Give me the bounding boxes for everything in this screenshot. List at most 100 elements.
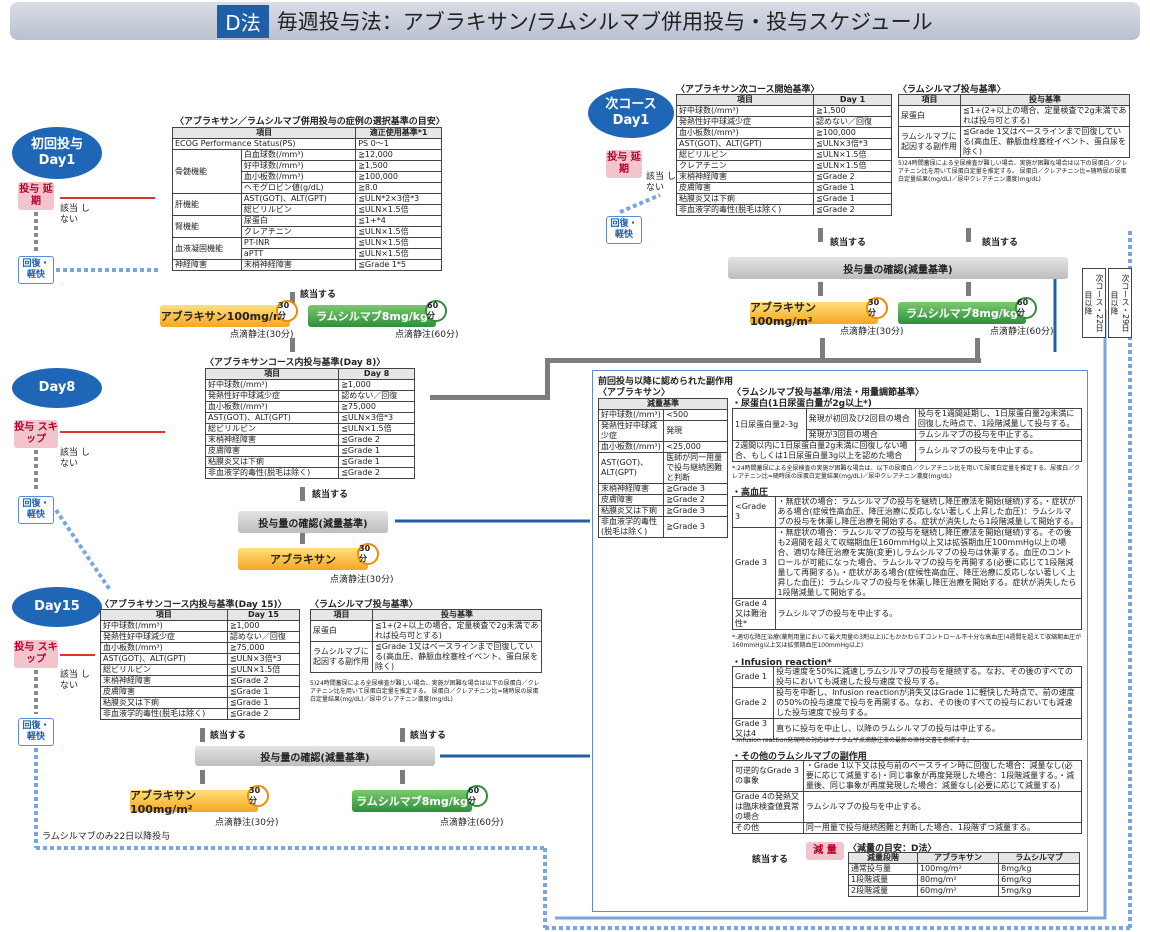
table-cell: PS 0〜1 [355,138,442,150]
table-cell: 投与速度を50%に減速しラムシルマブの投与を継続する。なお、その後のすべての投与… [773,666,1082,688]
table-cell: その他 [732,822,804,834]
table-cell: <25,000 [663,441,728,453]
table-cell: 非血液学的毒性(脱毛は除く) [204,467,340,479]
table-cell: 1日尿蛋白量2-3g [732,408,807,441]
table-cell: ・無症状の場合：ラムシルマブの投与を継続し降圧療法を開始(継続)する。・症状があ… [774,496,1082,528]
table-cell: ・Grade 1以下又は投与前のベースライン時に回復した場合：減量なし(必要に応… [802,760,1083,792]
table-head: 項目 [310,609,373,621]
not-applicable-next: 該当 しない [646,172,676,193]
reduction-table: 減量段階 アブラキサン ラムシルマブ 通常投与量 100mg/m² 8mg/kg 1段階… [848,852,1080,897]
table-cell: ≧8.0 [355,182,442,194]
table-cell: ≧Grade 2 [663,494,728,506]
drip30: 点滴静注(30分) [215,818,279,828]
table-cell: 粘膜炎又は下痢 [597,505,665,517]
ram-note-next: 5)24時間蓄尿による全尿検査が難しい場合、実施が困難な場合は以下の尿蛋白／クレ… [898,160,1128,183]
table-head: ラムシルマブ [998,852,1080,864]
table-cell: ≦ULN×1.5倍 [355,248,442,260]
badge-30: 30分 [357,543,379,565]
drip30: 点滴静注(30分) [840,327,904,337]
dose-check-day8: 投与量の確認(減量基準) [238,511,388,533]
table-cell: 末梢神経障害 [100,675,228,687]
table-cell: 骨髄機能 [172,149,242,194]
table-head: 項目 [204,368,340,380]
table-cell: 血小板数(/mm³) [597,441,665,453]
table-cell: ≦Grade 1 [226,697,301,709]
table-cell: ラムシルマブの投与を中止する。 [802,791,1083,823]
table-cell: 認めない／回復 [813,116,892,128]
table-cell: 総ビリルビン [240,204,357,216]
table-cell: 2段階減量 [848,885,918,897]
drip60: 点滴静注(60分) [395,330,459,340]
table-cell: 100mg/m² [916,863,1000,875]
table-cell: PT-INR [240,237,357,249]
table-cell: ラムシルマブに起因する副作用 [898,126,961,158]
abx-day8-title: 〈アブラキサンコース内投与基準(Day 8)〉 [205,358,386,368]
table-cell: <Grade 3 [732,496,776,528]
table-cell: 尿蛋白 [310,620,373,642]
table-cell: ≦ULN×3倍*3 [813,138,892,150]
table-cell: AST(GOT)、ALT(GPT) [100,653,228,665]
table-cell: 投与を1週間延期し、1日尿蛋白量2g未満に回復した時点で、1段階減量して投与する… [914,408,1083,430]
table-cell: 皮膚障害 [100,686,228,698]
table-cell: ラムシルマブの投与を中止する。 [914,440,1083,462]
table-cell: AST(GOT)、ALT(GPT) [597,452,665,484]
table-cell: ≦ULN*2×3倍*3 [355,193,442,205]
table-cell: 発現が初回及び2回目の場合 [805,408,916,430]
table-cell: ≦Grade 1 [226,686,301,698]
table-cell: AST(GOT)、ALT(GPT) [240,193,357,205]
table-cell: 発熱性好中球減少症 [675,116,815,128]
table-cell: 皮膚障害 [597,494,665,506]
table-cell: ≦Grade 2 [226,708,301,720]
table-cell: 発熱性好中球減少症 [597,420,665,442]
table-cell: 発現が3回目の場合 [805,429,916,441]
table-cell: ≦Grade 1*5 [355,259,442,271]
table-cell: ≧1,500 [355,160,442,172]
table-cell: ≧1,000 [338,379,415,391]
hypertension-note: *:適切な降圧治療(薬剤用量において最大用量の3剤以上)にもかかわらずコントロー… [732,634,1082,649]
table-cell: 好中球数(/mm³) [240,160,357,172]
applicable-label: 該当する [410,731,447,741]
table-cell: 粘膜炎又は下痢 [675,193,815,205]
table-cell: Grade 4の発熱又は臨床検査値異常の場合 [732,791,804,823]
table-head: 項目 [675,94,815,106]
table-cell: 非血液学的毒性(脱毛は除く) [597,516,665,538]
table-cell: ≦Grade 1 [813,193,892,205]
table-cell: ≦Grade 1 [338,445,415,457]
table-cell: 血小板数(/mm³) [240,171,357,183]
ram8-next: ラムシルマブ8mg/kg [898,302,1026,324]
abx100-day1: アブラキサン100mg/m² [160,305,290,327]
table-cell: 投与を中断し、Infusion reactionが消失又はGrade 1に軽快し… [773,687,1082,719]
table-cell: 好中球数(/mm³) [597,409,665,421]
table-cell: ≦ULN×1.5倍 [338,423,415,435]
table-cell: ≧100,000 [355,171,442,183]
table-cell: ≧75,000 [226,642,301,654]
infusion-table: Grade 1 投与速度を50%に減速しラムシルマブの投与を継続する。なお、その後… [731,666,1082,740]
table-cell: 血小板数(/mm³) [675,127,815,139]
applicable-label: 該当する [210,731,247,741]
table-cell: 同一用量で投与継続困難と判断した場合、1段階ずつ減量する。 [802,822,1083,834]
table-cell: 好中球数(/mm³) [675,105,815,117]
sel-head-std: 適正使用基準*1 [355,127,442,139]
table-cell: ≦ULN×1.5倍 [813,160,892,172]
table-cell: ・無症状の場合：ラムシルマブの投与を継続し降圧療法を開始(継続)する。その後も2… [774,527,1082,599]
table-cell: 発熱性好中球減少症 [204,390,340,402]
table-cell: ECOG Performance Status(PS) [171,138,357,150]
table-cell: ≧75,000 [338,401,415,413]
abx100-day15: アブラキサン100mg/m² [130,789,258,816]
table-cell: 可逆的なGrade 3の事象 [732,760,804,792]
table-cell: ≦ULN×1.5倍 [226,664,301,676]
table-head: 投与基準 [960,94,1130,106]
hypertension-table: <Grade 3 ・無症状の場合：ラムシルマブの投与を継続し降圧療法を開始(継続)… [732,496,1082,630]
table-cell: ≦Grade 2 [813,204,892,216]
table-cell: ≧100,000 [813,127,892,139]
table-cell: ≧1,500 [813,105,892,117]
table-head: 項目 [100,609,228,621]
table-cell: Grade 2 [731,687,775,719]
infusion-note: *:Infusion reaction発現時の対応はサイラムザ点滴静注液の最新の… [732,737,973,744]
badge-60: 60分 [1015,297,1037,319]
table-cell: ラムシルマブの投与を中止する。 [914,429,1083,441]
ram-crit-table-next: 項目 投与基準 尿蛋白 ≦1+(2+以上の場合、定量検査で2g未満であれば投与可とす… [898,94,1130,158]
table-cell: ≦1+(2+以上の場合、定量検査で2g未満であれば投与可とする) [960,105,1130,127]
badge-60: 60分 [425,300,447,322]
table-cell: ≦Grade 2 [226,675,301,687]
